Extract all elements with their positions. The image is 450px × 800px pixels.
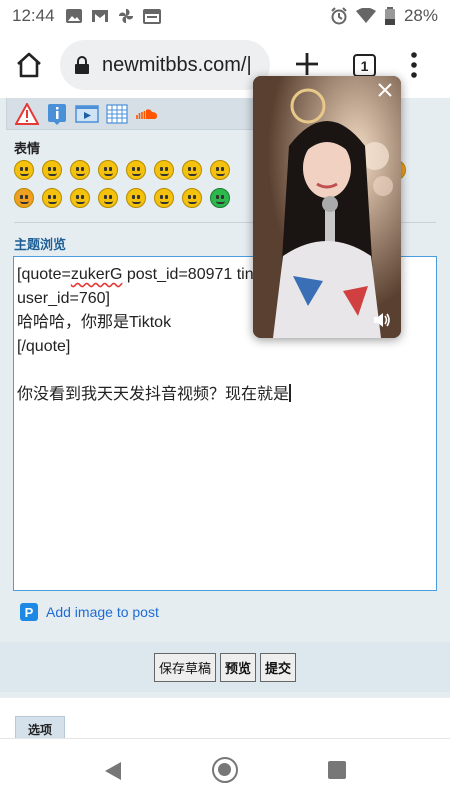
form-buttons: 保存草稿 预览 提交 <box>0 642 450 692</box>
url-text: newmitbbs.com/| <box>102 53 252 76</box>
options-panel: 选项 <box>0 698 450 738</box>
video-frame <box>253 76 401 338</box>
gmail-icon <box>91 10 108 22</box>
overflow-menu-icon[interactable] <box>408 50 420 80</box>
smiley-icon[interactable] <box>182 160 202 180</box>
editor-line: [/quote] <box>17 338 71 355</box>
info-icon[interactable] <box>45 103 69 125</box>
smiley-icon[interactable] <box>42 188 62 208</box>
text-caret <box>289 384 291 402</box>
arrow-smiley-icon[interactable] <box>154 188 174 208</box>
tab-options[interactable]: 选项 <box>15 716 65 738</box>
smiley-icon[interactable] <box>182 188 202 208</box>
submit-button[interactable]: 提交 <box>260 652 297 682</box>
status-bar: 12:44 28% <box>0 0 450 32</box>
format-toolbar <box>6 98 256 130</box>
tab-switcher-button[interactable]: 1 <box>353 54 376 77</box>
alarm-icon <box>331 7 347 25</box>
green-smiley-icon[interactable] <box>210 188 230 208</box>
status-time: 12:44 <box>12 6 55 25</box>
video-icon[interactable] <box>75 103 99 125</box>
smiley-icon[interactable] <box>154 160 174 180</box>
image-icon <box>65 9 82 23</box>
question-smiley-icon[interactable] <box>98 188 118 208</box>
exclamation-smiley-icon[interactable] <box>70 188 90 208</box>
smiley-icon[interactable] <box>98 160 118 180</box>
angry-smiley-icon[interactable] <box>14 188 34 208</box>
new-tab-icon[interactable] <box>293 50 321 78</box>
battery-percent: 28% <box>403 6 438 25</box>
soundcloud-icon[interactable] <box>135 103 159 125</box>
add-image-link[interactable]: P Add image to post <box>20 603 159 621</box>
wifi-icon <box>355 8 376 23</box>
close-icon[interactable] <box>377 82 393 98</box>
save-draft-button[interactable]: 保存草稿 <box>153 652 216 682</box>
smiley-icon[interactable] <box>210 160 230 180</box>
pinwheel-icon <box>118 8 133 24</box>
volume-icon[interactable] <box>373 312 391 328</box>
topic-preview-label: 主题浏览 <box>14 237 67 252</box>
smiley-icon[interactable] <box>126 160 146 180</box>
home-nav-icon[interactable] <box>212 757 238 783</box>
postimage-icon: P <box>20 603 38 621</box>
smiley-icon[interactable] <box>14 160 34 180</box>
smiley-icon[interactable] <box>42 160 62 180</box>
preview-button[interactable]: 预览 <box>219 652 256 682</box>
idea-smiley-icon[interactable] <box>126 188 146 208</box>
recents-icon[interactable] <box>328 761 346 779</box>
floating-video-player[interactable] <box>253 76 401 338</box>
smilies-label: 表情 <box>14 141 41 156</box>
smiley-icon[interactable] <box>70 160 90 180</box>
lock-icon <box>75 56 89 74</box>
add-image-label: Add image to post <box>46 604 159 620</box>
android-nav-bar <box>0 738 450 800</box>
table-icon[interactable] <box>105 103 129 125</box>
back-icon[interactable] <box>103 761 123 781</box>
editor-line: 你没看到我天天发抖音视频？现在就是 <box>17 384 291 403</box>
home-icon[interactable] <box>14 50 44 80</box>
address-bar[interactable]: newmitbbs.com/| <box>60 40 270 90</box>
spellcheck-word: zukerG <box>70 266 123 283</box>
battery-icon <box>384 7 395 25</box>
calendar-icon <box>142 9 161 24</box>
warning-icon[interactable] <box>15 102 39 125</box>
